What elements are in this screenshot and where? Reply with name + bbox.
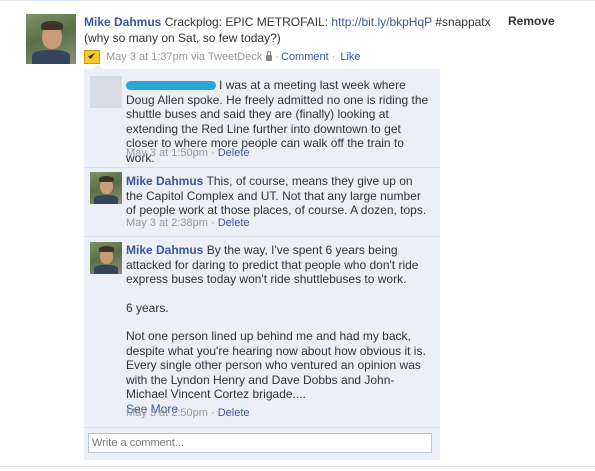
comment-2-time[interactable]: May 3 at 2:38pm <box>126 217 208 229</box>
comment-1-meta: May 3 at 1:50pm · Delete <box>126 147 250 159</box>
comment-3-author-link[interactable]: Mike Dahmus <box>126 243 203 257</box>
comment-3-text: Mike Dahmus By the way, I've spent 6 yea… <box>126 243 431 416</box>
comment-divider <box>84 236 440 237</box>
comment-3-meta: May 3 at 2:50pm · Delete <box>126 407 250 419</box>
comment-2-author-link[interactable]: Mike Dahmus <box>126 174 203 188</box>
post-text-before-link: Crackplog: EPIC METROFAIL: <box>164 15 332 29</box>
meta-separator: · <box>275 51 279 63</box>
comment-1-delete-link[interactable]: Delete <box>218 147 250 159</box>
meta-separator: · <box>211 217 215 229</box>
tweetdeck-app-icon <box>84 50 100 64</box>
comment-2-meta: May 3 at 2:38pm · Delete <box>126 217 250 229</box>
comment-3-delete-link[interactable]: Delete <box>218 407 250 419</box>
meta-separator: · <box>211 407 215 419</box>
comment-3-paragraph-1: Mike Dahmus By the way, I've spent 6 yea… <box>126 243 419 286</box>
post-timestamp[interactable]: May 3 at 1:37pm via TweetDeck <box>106 51 262 63</box>
redacted-name <box>126 81 216 91</box>
story-top-divider <box>0 0 595 1</box>
comment-3-avatar[interactable] <box>90 242 122 274</box>
story-bottom-divider <box>0 466 595 467</box>
comment-avatar[interactable] <box>90 76 122 108</box>
write-comment-input[interactable]: Write a comment... <box>88 433 432 453</box>
meta-separator: · <box>211 147 215 159</box>
comment-2-text: Mike Dahmus This, of course, means they … <box>126 174 431 218</box>
remove-button[interactable]: Remove <box>508 14 555 28</box>
comment-divider <box>84 167 440 168</box>
news-feed-story: Mike Dahmus Crackplog: EPIC METROFAIL: h… <box>0 0 595 471</box>
author-avatar[interactable] <box>26 14 76 64</box>
post-author-link[interactable]: Mike Dahmus <box>84 15 161 29</box>
post-external-link[interactable]: http://bit.ly/bkpHqP <box>331 15 432 29</box>
comment-2-delete-link[interactable]: Delete <box>218 217 250 229</box>
comment-3-paragraph-3: Not one person lined up behind me and ha… <box>126 329 426 401</box>
comment-3-time[interactable]: May 3 at 2:50pm <box>126 407 208 419</box>
meta-separator: · <box>331 51 336 63</box>
post-message: Mike Dahmus Crackplog: EPIC METROFAIL: h… <box>84 14 504 46</box>
comment-link[interactable]: Comment <box>281 51 329 63</box>
like-link[interactable]: Like <box>340 51 360 63</box>
comment-3-paragraph-2: 6 years. <box>126 300 169 315</box>
comment-1-time[interactable]: May 3 at 1:50pm <box>126 147 208 159</box>
comment-divider <box>84 427 440 428</box>
lock-icon <box>266 51 273 61</box>
post-meta: May 3 at 1:37pm via TweetDeck · Comment … <box>84 50 361 64</box>
comment-2-avatar[interactable] <box>90 172 122 204</box>
